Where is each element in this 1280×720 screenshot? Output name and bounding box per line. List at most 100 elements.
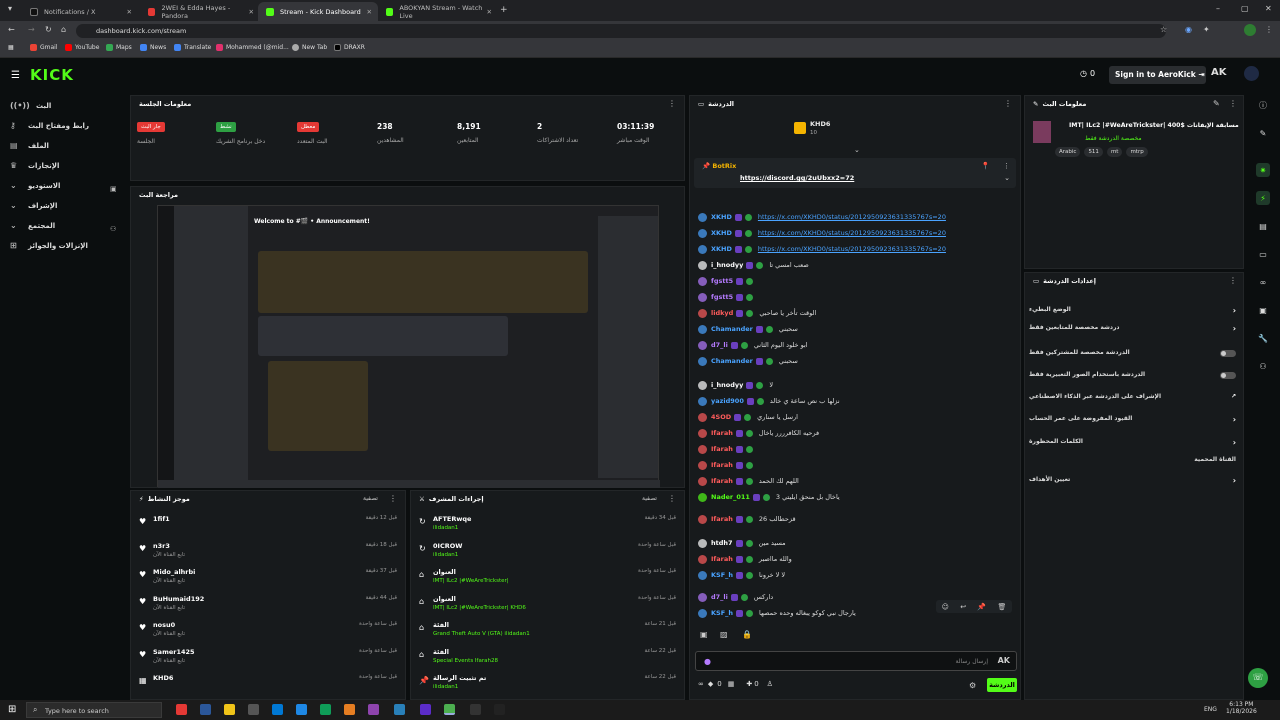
language-indicator[interactable]: ENG xyxy=(1204,706,1217,713)
store-icon[interactable] xyxy=(248,704,259,715)
user-icon[interactable]: ♙ xyxy=(767,680,773,688)
app-icon[interactable] xyxy=(470,704,481,715)
chat-setting-row[interactable]: الدردشة مخصصة للمشتركين فقط xyxy=(1029,349,1240,363)
info-icon[interactable]: ⓘ xyxy=(1256,98,1270,112)
bookmark-newtab[interactable]: New Tab xyxy=(292,44,327,51)
forward-icon[interactable]: → xyxy=(28,25,35,34)
clock[interactable]: 6:13 PM 1/18/2026 xyxy=(1226,701,1257,715)
chat-message[interactable]: XKHD https://x.com/XKHD0/status/201295092… xyxy=(698,210,946,224)
chat-username[interactable]: Ifarah xyxy=(711,477,733,485)
chat-message[interactable]: htdh7 مسيد مين xyxy=(698,536,786,550)
tool-icon-1[interactable]: ✷ xyxy=(1256,163,1270,177)
chat-send-button[interactable]: الدردشة xyxy=(987,678,1017,692)
pin-icon[interactable]: 📌 xyxy=(977,603,986,611)
chat-username[interactable]: XKHD xyxy=(711,245,732,253)
chat-message[interactable]: Chamander سحبني xyxy=(698,322,798,336)
chat-username[interactable]: i_hnodyy xyxy=(711,381,743,389)
chevron-right-icon[interactable]: › xyxy=(1233,324,1236,333)
gift-icon[interactable]: ▦ xyxy=(728,680,735,688)
sidebar-item-stream-key[interactable]: ⚷ رابط ومفتاح البث xyxy=(10,122,89,131)
sidebar-item-moderation[interactable]: ⌄ الإشراف xyxy=(10,202,57,211)
activity-row[interactable]: ♥ n3r3 تابع القناة الآن قبل 18 دقيقة xyxy=(139,542,397,568)
delete-icon[interactable]: 🗑 xyxy=(997,603,1006,611)
close-icon[interactable]: ✕ xyxy=(487,8,492,16)
chat-message[interactable]: fgstt5 xyxy=(698,290,759,304)
chat-message[interactable]: yazid900 نزلها ب نص ساعة ي خالد xyxy=(698,394,840,408)
chevron-right-icon[interactable]: › xyxy=(1233,415,1236,424)
chat-username[interactable]: d7_li xyxy=(711,341,728,349)
sidebar-item-studio[interactable]: ⌄ الاستوديو xyxy=(10,182,60,191)
app-icon[interactable] xyxy=(420,704,431,715)
activity-row[interactable]: ♥ Samer1425 تابع القناة الآن قبل ساعة واحدة xyxy=(139,648,397,674)
sidebar-item-drops[interactable]: ⊞ الإنزالات والجوائز xyxy=(10,242,88,251)
user-avatar[interactable] xyxy=(1244,66,1259,81)
chat-username[interactable]: XKHD xyxy=(711,229,732,237)
chat-message[interactable]: XKHD https://x.com/XKHD0/status/201295092… xyxy=(698,226,946,240)
chat-username[interactable]: fgstt5 xyxy=(711,277,733,285)
more-options-icon[interactable]: ⋮ xyxy=(668,99,676,108)
chat-setting-row[interactable]: تعيين الأهداف › xyxy=(1029,476,1240,490)
chat-message[interactable]: d7_li داركس xyxy=(698,590,773,604)
more-options-icon[interactable]: ⋮ xyxy=(668,494,676,503)
aerokick-logo[interactable]: AK xyxy=(1211,67,1227,78)
url-field[interactable]: dashboard.kick.com/stream xyxy=(76,24,1166,38)
activity-row[interactable]: ♥ 1fif1 قبل 12 دقيقة xyxy=(139,515,397,541)
chat-username[interactable]: Nader_011 xyxy=(711,493,750,501)
more-options-icon[interactable]: ⋮ xyxy=(1229,276,1237,285)
chat-username[interactable]: lidkyd xyxy=(711,309,733,317)
link-icon[interactable]: ∞ xyxy=(1256,275,1270,289)
filter-button[interactable]: تصفية xyxy=(642,495,657,502)
layout-icon[interactable]: ▣ xyxy=(1256,303,1270,317)
stream-category[interactable]: مخصصة الدردشة فقط xyxy=(1085,135,1142,142)
chat-message[interactable]: Ifarah والله مااصبر xyxy=(698,552,792,566)
lightning-icon[interactable]: ⚡ xyxy=(1256,191,1270,205)
more-options-icon[interactable]: ⋮ xyxy=(1003,162,1010,170)
chat-username[interactable]: Ifarah xyxy=(711,515,733,523)
chat-setting-row[interactable]: دردشة مخصصة للمتابعين فقط › xyxy=(1029,324,1240,338)
chat-username[interactable]: KSF_h xyxy=(711,609,733,617)
app-icon[interactable] xyxy=(368,704,379,715)
home-icon[interactable]: ⌂ xyxy=(61,25,66,34)
sidebar-item-profile[interactable]: ▤ الملف xyxy=(10,142,49,151)
chat-message[interactable]: Ifarah xyxy=(698,442,759,456)
chat-message[interactable]: d7_li ابو خلود اليوم الثاني xyxy=(698,338,808,352)
bookmark-instagram[interactable]: Mohammed (@mid... xyxy=(216,44,289,51)
minimize-icon[interactable]: – xyxy=(1216,4,1220,13)
chevron-right-icon[interactable]: › xyxy=(1233,306,1236,315)
browser-tab-2[interactable]: 2WEI & Edda Hayes - Pandora ✕ xyxy=(140,2,260,21)
chat-bubble-icon[interactable]: ▭ xyxy=(1256,247,1270,261)
sidebar-item-community[interactable]: ⌄ المجتمع xyxy=(10,222,55,231)
chat-username[interactable]: Ifarah xyxy=(711,555,733,563)
windows-start-icon[interactable]: ⊞ xyxy=(8,704,16,715)
chat-setting-row[interactable]: الدردشة باستخدام الصور التعبيرية فقط xyxy=(1029,371,1240,385)
clipboard-icon[interactable]: ▤ xyxy=(1256,219,1270,233)
close-icon[interactable]: ✕ xyxy=(367,8,372,16)
browser-tab-1[interactable]: Notifications / X ✕ xyxy=(22,2,138,21)
chat-message[interactable]: Nader_011 ياخال بل منحق ايليتي 3 xyxy=(698,490,840,504)
mod-action-row[interactable]: ↻ 0ICROW ilidadan1 قبل ساعة واحدة xyxy=(419,542,676,568)
profile-avatar[interactable] xyxy=(1244,24,1256,36)
chat-message[interactable]: Ifarah اللهم لك الحمد xyxy=(698,474,799,488)
bookmark-youtube[interactable]: YouTube xyxy=(65,44,99,51)
chat-username[interactable]: d7_li xyxy=(711,593,728,601)
more-options-icon[interactable]: ⋮ xyxy=(389,494,397,503)
chat-message[interactable]: Ifarah فرحيه الكافرررر ياخال xyxy=(698,426,819,440)
chat-username[interactable]: yazid900 xyxy=(711,397,744,405)
chat-username[interactable]: Ifarah xyxy=(711,429,733,437)
reply-icon[interactable]: ↩ xyxy=(960,603,966,611)
wrench-icon[interactable]: 🔧 xyxy=(1256,331,1270,345)
chat-message[interactable]: i_hnodyy صعب امسي تا xyxy=(698,258,809,272)
apps-icon[interactable]: ▦ xyxy=(8,44,14,51)
chat-username[interactable]: KSF_h xyxy=(711,571,733,579)
plus-icon[interactable]: ✚ xyxy=(746,680,752,688)
chat-input[interactable]: ● إرسال رسالة AK xyxy=(695,651,1017,671)
tag-chip[interactable]: mt xyxy=(1106,147,1123,157)
aerokick-icon[interactable]: AK xyxy=(998,656,1010,665)
settings-gear-icon[interactable]: ⚙ xyxy=(969,681,976,690)
filter-button[interactable]: تصفية xyxy=(363,495,378,502)
bookmark-maps[interactable]: Maps xyxy=(106,44,132,51)
activity-row[interactable]: ♥ Mido_alhrbi تابع القناة الآن قبل 37 دقيقة xyxy=(139,568,397,594)
tag-chip[interactable]: 511 xyxy=(1084,147,1103,157)
app-icon[interactable] xyxy=(494,704,505,715)
chat-message[interactable]: KSF_h لا لا خرونا xyxy=(698,568,785,582)
